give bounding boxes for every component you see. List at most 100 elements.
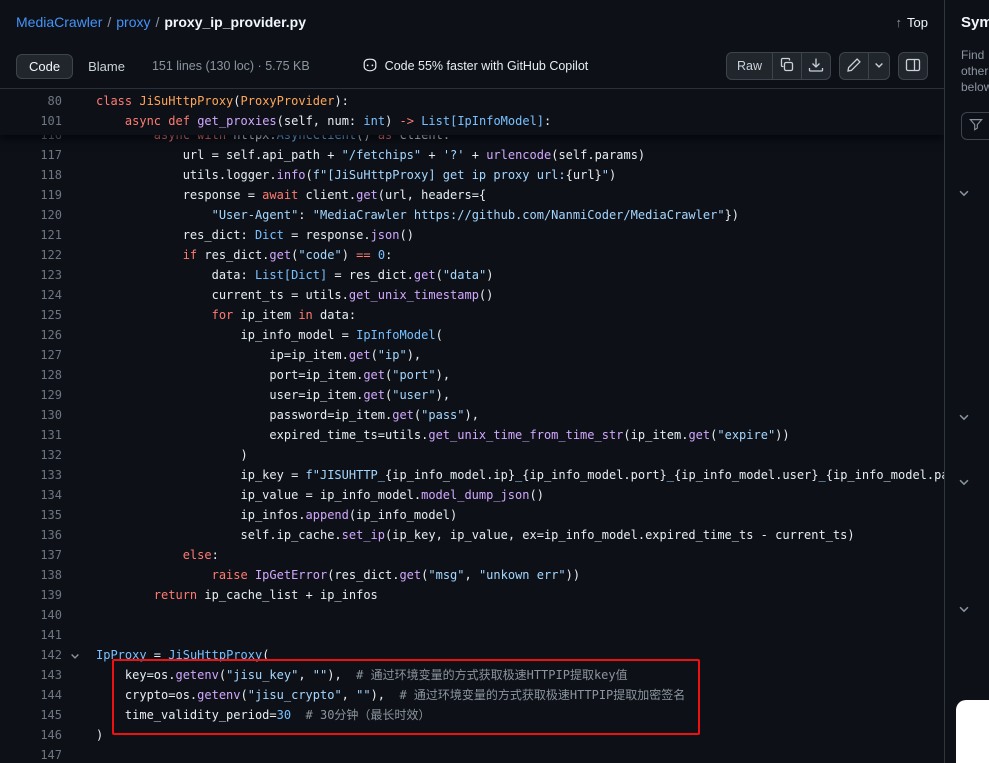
line-number[interactable]: 145 [0,705,62,725]
symbol-section-chevron-icon[interactable] [957,410,971,424]
code-text: data: List[Dict] = res_dict.get("data") [96,265,493,285]
code-text: crypto=os.getenv("jisu_crypto", ""), # 通… [96,685,685,705]
gutter-gap [62,605,96,625]
symbol-section-chevron-icon[interactable] [957,475,971,489]
line-number[interactable]: 142 [0,645,62,665]
code-line: 138 raise IpGetError(res_dict.get("msg",… [0,565,944,585]
line-number[interactable]: 143 [0,665,62,685]
code-text: user=ip_item.get("user"), [96,385,450,405]
code-text: response = await client.get(url, headers… [96,185,486,205]
code-text: current_ts = utils.get_unix_timestamp() [96,285,493,305]
line-number[interactable]: 125 [0,305,62,325]
code-text: time_validity_period=30 # 30分钟（最长时效） [96,705,430,725]
line-number[interactable]: 132 [0,445,62,465]
code-text: for ip_item in data: [96,305,356,325]
code-line: 133 ip_key = f"JISUHTTP_{ip_info_model.i… [0,465,944,485]
file-header: MediaCrawler/proxy/proxy_ip_provider.py … [0,0,944,44]
code-line: 140 [0,605,944,625]
tab-code[interactable]: Code [16,54,73,79]
code-line: 135 ip_infos.append(ip_info_model) [0,505,944,525]
sticky-context-lines: 80class JiSuHttpProxy(ProxyProvider):101… [0,89,944,135]
gutter-gap [62,545,96,565]
line-number[interactable]: 131 [0,425,62,445]
line-number[interactable]: 119 [0,185,62,205]
gutter-gap [62,91,96,111]
symbols-panel-icon [905,57,921,76]
symbols-panel-button[interactable] [898,52,928,80]
line-number[interactable]: 133 [0,465,62,485]
code-text: if res_dict.get("code") == 0: [96,245,392,265]
code-text: IpProxy = JiSuHttpProxy( [96,645,269,665]
back-to-top-button[interactable]: ↑ Top [896,15,928,30]
breadcrumb-repo-link[interactable]: MediaCrawler [16,14,102,30]
line-number[interactable]: 139 [0,585,62,605]
line-number[interactable]: 80 [0,91,62,111]
breadcrumb-separator: / [155,14,159,30]
line-number[interactable]: 137 [0,545,62,565]
line-number[interactable]: 128 [0,365,62,385]
code-line: 141 [0,625,944,645]
line-number[interactable]: 127 [0,345,62,365]
code-text: port=ip_item.get("port"), [96,365,450,385]
line-number[interactable]: 146 [0,725,62,745]
line-number[interactable]: 121 [0,225,62,245]
line-number[interactable]: 118 [0,165,62,185]
panel-footer-card [956,700,989,763]
line-number[interactable]: 120 [0,205,62,225]
line-number[interactable]: 124 [0,285,62,305]
code-line: 143 key=os.getenv("jisu_key", ""), # 通过环… [0,665,944,685]
code-line: 129 user=ip_item.get("user"), [0,385,944,405]
edit-dropdown-button[interactable] [868,52,890,80]
code-text: else: [96,545,219,565]
code-line: 124 current_ts = utils.get_unix_timestam… [0,285,944,305]
dropdown-chevron-icon [873,59,885,74]
line-number[interactable]: 134 [0,485,62,505]
line-number[interactable]: 123 [0,265,62,285]
code-line: 139 return ip_cache_list + ip_infos [0,585,944,605]
code-line: 134 ip_value = ip_info_model.model_dump_… [0,485,944,505]
gutter-gap [62,585,96,605]
tab-blame[interactable]: Blame [75,54,138,79]
code-text: raise IpGetError(res_dict.get("msg", "un… [96,565,580,585]
gutter-gap [62,345,96,365]
code-line: 126 ip_info_model = IpInfoModel( [0,325,944,345]
copilot-banner-link[interactable]: Code 55% faster with GitHub Copilot [362,57,589,76]
line-number[interactable]: 138 [0,565,62,585]
line-number[interactable]: 129 [0,385,62,405]
back-to-top-label: Top [907,15,928,30]
gutter-gap [62,465,96,485]
gutter-gap [62,111,96,131]
breadcrumb-folder-link[interactable]: proxy [116,14,150,30]
code-line: 118 utils.logger.info(f"[JiSuHttpProxy] … [0,165,944,185]
line-number[interactable]: 117 [0,145,62,165]
symbol-section-chevron-icon[interactable] [957,602,971,616]
line-number[interactable]: 126 [0,325,62,345]
line-number[interactable]: 144 [0,685,62,705]
code-line: 80class JiSuHttpProxy(ProxyProvider): [0,91,944,111]
code-line: 128 port=ip_item.get("port"), [0,365,944,385]
code-text: utils.logger.info(f"[JiSuHttpProxy] get … [96,165,616,185]
collapse-chevron-icon[interactable] [69,648,81,660]
line-number[interactable]: 136 [0,525,62,545]
line-number[interactable]: 122 [0,245,62,265]
gutter-gap [62,325,96,345]
line-number[interactable]: 130 [0,405,62,425]
gutter-gap [62,285,96,305]
code-lines: 116 async with httpx.AsyncClient() as cl… [0,125,944,763]
symbols-filter-input[interactable] [961,112,989,140]
file-toolbar: Code Blame 151 lines (130 loc) · 5.75 KB… [0,44,944,89]
line-number[interactable]: 135 [0,505,62,525]
line-number[interactable]: 147 [0,745,62,763]
copy-button[interactable] [772,52,802,80]
file-meta: 151 lines (130 loc) · 5.75 KB [152,59,310,73]
line-number[interactable]: 140 [0,605,62,625]
funnel-icon [969,117,983,136]
download-button[interactable] [801,52,831,80]
edit-button[interactable] [839,52,869,80]
symbol-section-chevron-icon[interactable] [957,186,971,200]
line-number[interactable]: 141 [0,625,62,645]
raw-button[interactable]: Raw [726,52,773,80]
line-number[interactable]: 101 [0,111,62,131]
gutter-gap [62,245,96,265]
breadcrumb-separator: / [107,14,111,30]
